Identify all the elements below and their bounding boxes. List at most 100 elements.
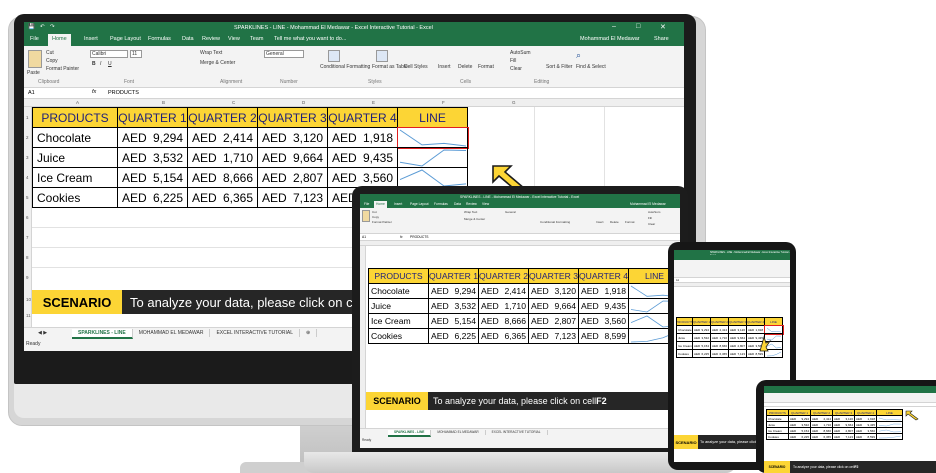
laptop-header-cell-quarter-4[interactable]: QUARTER 4: [578, 268, 629, 284]
laptop-tab-insert[interactable]: Insert: [394, 202, 402, 206]
col-header-f[interactable]: F: [442, 100, 445, 105]
laptop-header-cell-products[interactable]: PRODUCTS: [368, 268, 429, 284]
sparkline-cell[interactable]: [397, 167, 468, 188]
tab-data[interactable]: Data: [182, 36, 194, 42]
value-cell[interactable]: AED 9,435: [327, 147, 398, 168]
row-header-4[interactable]: 4: [26, 175, 29, 180]
laptop-value-cell[interactable]: AED 9,664: [528, 298, 579, 314]
row-header-8[interactable]: 8: [26, 255, 29, 260]
col-header-e[interactable]: E: [372, 100, 375, 105]
row-header-11[interactable]: 11: [26, 313, 31, 318]
value-cell[interactable]: AED 1,710: [187, 147, 258, 168]
laptop-name-box[interactable]: A1: [362, 235, 366, 239]
value-cell[interactable]: AED 7,123: [257, 187, 328, 208]
tab-team[interactable]: Team: [250, 36, 263, 42]
laptop-tab-page-layout[interactable]: Page Layout: [410, 202, 429, 206]
row-header-5[interactable]: 5: [26, 195, 29, 200]
delete-cells-button[interactable]: Delete: [458, 64, 472, 70]
laptop-tab-data[interactable]: Data: [454, 202, 461, 206]
product-cell[interactable]: Chocolate: [32, 127, 118, 148]
laptop-value-cell[interactable]: AED 8,666: [478, 313, 529, 329]
value-cell[interactable]: AED 9,294: [117, 127, 188, 148]
cut-button[interactable]: Cut: [46, 50, 54, 56]
name-box[interactable]: A1: [28, 90, 58, 96]
redo-icon[interactable]: ↷: [50, 24, 55, 30]
add-sheet-button[interactable]: ⊕: [300, 329, 318, 337]
laptop-value-cell[interactable]: AED 9,294: [428, 283, 479, 299]
value-cell[interactable]: AED 2,414: [187, 127, 258, 148]
laptop-merge-button[interactable]: Merge & Center: [464, 217, 485, 221]
tablet-value-cell[interactable]: AED 6,365: [710, 349, 729, 358]
laptop-tab-formulas[interactable]: Formulas: [434, 202, 448, 206]
italic-button[interactable]: I: [100, 61, 101, 67]
row-header-2[interactable]: 2: [26, 135, 29, 140]
value-cell[interactable]: AED 3,120: [257, 127, 328, 148]
row-header-1[interactable]: 1: [26, 115, 29, 120]
paste-button[interactable]: Paste: [27, 70, 40, 76]
sheet-tab-mohammad[interactable]: MOHAMMAD EL MEDAWAR: [133, 329, 211, 337]
col-header-b[interactable]: B: [162, 100, 165, 105]
laptop-value-cell[interactable]: AED 3,560: [578, 313, 629, 329]
value-cell[interactable]: AED 3,560: [327, 167, 398, 188]
selected-cell-f2[interactable]: [397, 127, 469, 149]
laptop-autosum-button[interactable]: AutoSum: [648, 210, 660, 214]
laptop-product-cell[interactable]: Ice Cream: [368, 313, 429, 329]
phone-value-cell[interactable]: AED 6,225: [788, 433, 811, 440]
col-header-c[interactable]: C: [232, 100, 235, 105]
laptop-value-cell[interactable]: AED 1,918: [578, 283, 629, 299]
paste-icon[interactable]: [28, 50, 42, 68]
insert-cells-button[interactable]: Insert: [438, 64, 451, 70]
laptop-delete-button[interactable]: Delete: [610, 220, 619, 224]
header-cell-products[interactable]: PRODUCTS: [32, 107, 118, 128]
laptop-fill-button[interactable]: Fill: [648, 216, 652, 220]
laptop-format-button[interactable]: Format: [625, 220, 635, 224]
conditional-formatting-icon[interactable]: [328, 50, 340, 62]
tab-file[interactable]: File: [30, 36, 39, 42]
row-header-3[interactable]: 3: [26, 155, 29, 160]
save-icon[interactable]: 💾: [28, 24, 35, 30]
laptop-worksheet-grid[interactable]: PRODUCTS QUARTER 1 QUARTER 2 QUARTER 3 QUART…: [360, 246, 680, 428]
laptop-header-cell-quarter-1[interactable]: QUARTER 1: [428, 268, 479, 284]
format-as-table-button[interactable]: Format as Table: [372, 64, 408, 70]
laptop-clear-button[interactable]: Clear: [648, 222, 655, 226]
fill-button[interactable]: Fill: [510, 58, 516, 64]
laptop-value-cell[interactable]: AED 6,225: [428, 328, 479, 344]
value-cell[interactable]: AED 9,664: [257, 147, 328, 168]
header-cell-quarter-2[interactable]: QUARTER 2: [187, 107, 258, 128]
laptop-header-cell-quarter-3[interactable]: QUARTER 3: [528, 268, 579, 284]
row-header-9[interactable]: 9: [26, 275, 29, 280]
sheet-nav-icon[interactable]: ◀ ▶: [38, 330, 47, 336]
format-cells-button[interactable]: Format: [478, 64, 494, 70]
underline-button[interactable]: U: [108, 61, 112, 67]
tablet-value-cell[interactable]: AED 7,123: [728, 349, 747, 358]
laptop-value-cell[interactable]: AED 2,414: [478, 283, 529, 299]
laptop-product-cell[interactable]: Chocolate: [368, 283, 429, 299]
tab-home[interactable]: Home: [48, 34, 71, 46]
maximize-icon[interactable]: □: [636, 23, 640, 30]
product-cell[interactable]: Ice Cream: [32, 167, 118, 188]
sheet-tab-sparklines-line[interactable]: SPARKLINES - LINE: [72, 329, 133, 339]
format-painter-button[interactable]: Format Painter: [46, 66, 79, 72]
laptop-sheet-tab-sparklines[interactable]: SPARKLINES - LINE: [388, 430, 432, 437]
clear-button[interactable]: Clear: [510, 66, 522, 72]
laptop-value-cell[interactable]: AED 1,710: [478, 298, 529, 314]
conditional-formatting-button[interactable]: Conditional Formatting: [320, 64, 370, 70]
laptop-wrap-text-button[interactable]: Wrap Text: [464, 210, 477, 214]
laptop-format-painter-button[interactable]: Format Painter: [372, 220, 392, 224]
tablet-value-cell[interactable]: AED 6,225: [692, 349, 711, 358]
font-size-select[interactable]: 11: [130, 50, 142, 58]
number-format-select[interactable]: General: [264, 50, 304, 58]
laptop-sheet-tab-tutorial[interactable]: EXCEL INTERACTIVE TUTORIAL: [486, 430, 548, 435]
wrap-text-button[interactable]: Wrap Text: [200, 50, 222, 56]
tab-review[interactable]: Review: [202, 36, 220, 42]
phone-value-cell[interactable]: AED 6,365: [810, 433, 833, 440]
value-cell[interactable]: AED 6,225: [117, 187, 188, 208]
bold-button[interactable]: B: [92, 61, 96, 67]
laptop-conditional-formatting[interactable]: Conditional Formatting: [540, 220, 570, 224]
laptop-value-cell[interactable]: AED 6,365: [478, 328, 529, 344]
cell-styles-button[interactable]: Cell Styles: [404, 64, 428, 70]
row-header-7[interactable]: 7: [26, 235, 29, 240]
laptop-product-cell[interactable]: Cookies: [368, 328, 429, 344]
share-button[interactable]: Share: [654, 36, 669, 42]
value-cell[interactable]: AED 2,807: [257, 167, 328, 188]
